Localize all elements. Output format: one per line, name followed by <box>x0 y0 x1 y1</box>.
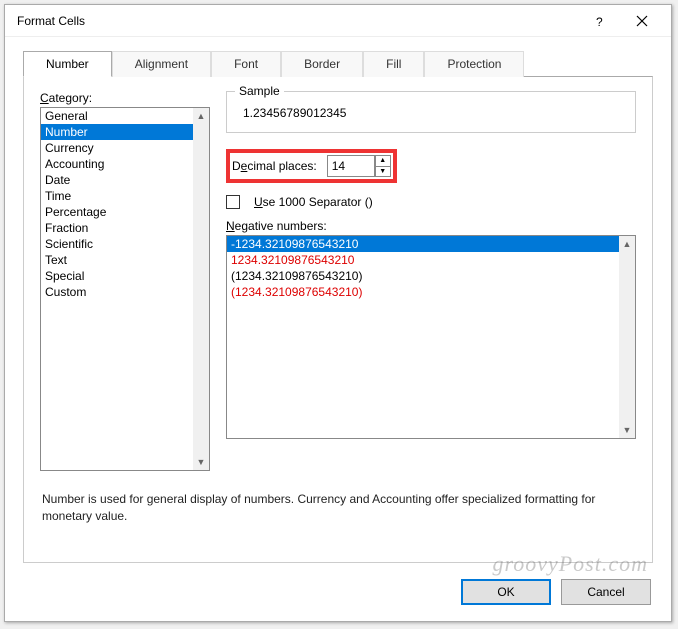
tab-alignment[interactable]: Alignment <box>112 51 211 77</box>
content-area: Category: GeneralNumberCurrencyAccountin… <box>40 91 636 471</box>
ok-button[interactable]: OK <box>461 579 551 605</box>
thousand-separator-checkbox[interactable] <box>226 195 240 209</box>
tab-protection[interactable]: Protection <box>424 51 524 77</box>
tab-border[interactable]: Border <box>281 51 363 77</box>
sample-legend: Sample <box>235 84 284 98</box>
category-item[interactable]: Date <box>41 172 193 188</box>
category-item[interactable]: Time <box>41 188 193 204</box>
options-section: Sample 1.23456789012345 Decimal places: … <box>226 91 636 471</box>
category-section: Category: GeneralNumberCurrencyAccountin… <box>40 91 208 471</box>
category-item[interactable]: Accounting <box>41 156 193 172</box>
cancel-button[interactable]: Cancel <box>561 579 651 605</box>
negative-format-item[interactable]: 1234.32109876543210 <box>227 252 619 268</box>
description-text: Number is used for general display of nu… <box>40 479 636 537</box>
spinner-down-icon[interactable]: ▼ <box>376 167 390 177</box>
help-button[interactable]: ? <box>579 5 621 37</box>
negative-numbers-listbox[interactable]: -1234.321098765432101234.32109876543210(… <box>226 235 636 439</box>
thousand-separator-label: Use 1000 Separator () <box>254 195 373 209</box>
tab-fill[interactable]: Fill <box>363 51 424 77</box>
sample-value: 1.23456789012345 <box>239 102 623 120</box>
tab-strip: NumberAlignmentFontBorderFillProtection <box>23 51 671 76</box>
close-button[interactable] <box>621 5 663 37</box>
decimal-spinner[interactable]: ▲ ▼ <box>375 155 391 177</box>
decimal-places-label: Decimal places: <box>232 159 317 173</box>
dialog-footer: OK Cancel <box>5 573 671 621</box>
svg-text:?: ? <box>596 15 603 27</box>
sample-group: Sample 1.23456789012345 <box>226 91 636 133</box>
category-item[interactable]: Scientific <box>41 236 193 252</box>
category-item[interactable]: Percentage <box>41 204 193 220</box>
category-label: Category: <box>40 91 208 107</box>
negative-numbers-label: Negative numbers: <box>226 219 636 235</box>
category-item[interactable]: Custom <box>41 284 193 300</box>
category-item[interactable]: Currency <box>41 140 193 156</box>
category-item[interactable]: General <box>41 108 193 124</box>
titlebar: Format Cells ? <box>5 5 671 37</box>
negative-format-item[interactable]: (1234.32109876543210) <box>227 268 619 284</box>
scroll-track[interactable] <box>619 252 635 422</box>
tab-panel-number: Category: GeneralNumberCurrencyAccountin… <box>23 76 653 563</box>
category-item[interactable]: Number <box>41 124 193 140</box>
window-title: Format Cells <box>17 14 579 28</box>
scroll-down-icon[interactable]: ▼ <box>193 454 209 470</box>
category-item[interactable]: Fraction <box>41 220 193 236</box>
category-scrollbar[interactable]: ▲ ▼ <box>193 108 209 470</box>
decimal-highlight: Decimal places: ▲ ▼ <box>226 149 397 183</box>
negative-format-item[interactable]: -1234.32109876543210 <box>227 236 619 252</box>
help-icon: ? <box>594 15 606 27</box>
negative-format-item[interactable]: (1234.32109876543210) <box>227 284 619 300</box>
thousand-separator-row: Use 1000 Separator () <box>226 195 636 209</box>
decimal-places-row: Decimal places: ▲ ▼ <box>226 149 636 183</box>
tab-font[interactable]: Font <box>211 51 281 77</box>
scroll-down-icon[interactable]: ▼ <box>619 422 635 438</box>
scroll-track[interactable] <box>193 124 209 454</box>
close-icon <box>636 15 648 27</box>
tab-number[interactable]: Number <box>23 51 112 77</box>
negative-scrollbar[interactable]: ▲ ▼ <box>619 236 635 438</box>
category-item[interactable]: Special <box>41 268 193 284</box>
category-listbox[interactable]: GeneralNumberCurrencyAccountingDateTimeP… <box>40 107 210 471</box>
format-cells-dialog: Format Cells ? NumberAlignmentFontBorder… <box>4 4 672 622</box>
decimal-places-input[interactable] <box>327 155 375 177</box>
spinner-up-icon[interactable]: ▲ <box>376 156 390 167</box>
category-item[interactable]: Text <box>41 252 193 268</box>
scroll-up-icon[interactable]: ▲ <box>619 236 635 252</box>
scroll-up-icon[interactable]: ▲ <box>193 108 209 124</box>
